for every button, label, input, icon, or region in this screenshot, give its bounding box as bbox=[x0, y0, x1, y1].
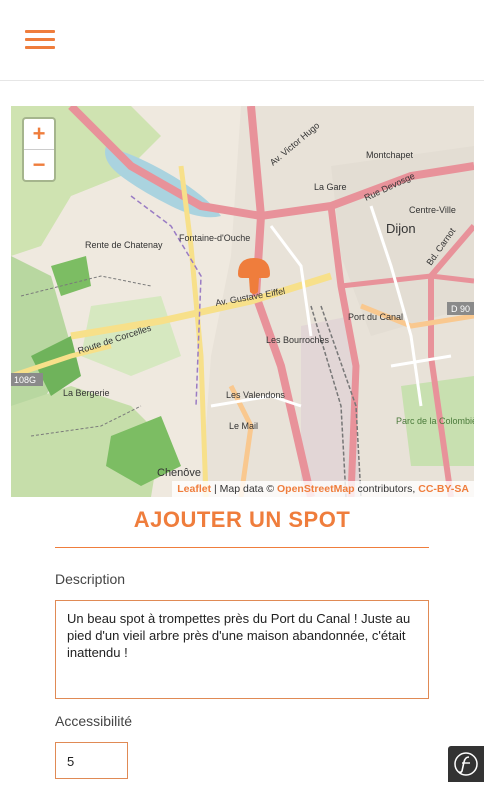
map-label-valendons: Les Valendons bbox=[226, 390, 285, 400]
leaflet-link[interactable]: Leaflet bbox=[177, 483, 211, 495]
map-label-rente: Rente de Chatenay bbox=[85, 240, 163, 250]
map-label-le-mail: Le Mail bbox=[229, 421, 258, 431]
accessibility-field[interactable]: 5 bbox=[55, 742, 128, 779]
license-link[interactable]: CC-BY-SA bbox=[418, 483, 469, 495]
description-field[interactable]: Un beau spot à trompettes près du Port d… bbox=[55, 600, 429, 699]
zoom-in-button[interactable]: + bbox=[24, 119, 54, 150]
hamburger-icon[interactable] bbox=[25, 30, 55, 50]
top-bar bbox=[0, 0, 484, 81]
attribution-text: | Map data © bbox=[211, 483, 277, 495]
attribution-contrib: contributors, bbox=[354, 483, 419, 495]
map[interactable]: Dijon Chenôve La Gare Montchapet Port du… bbox=[11, 106, 474, 497]
map-tiles: Dijon Chenôve La Gare Montchapet Port du… bbox=[11, 106, 474, 497]
zoom-out-button[interactable]: − bbox=[24, 150, 54, 180]
accessibility-label: Accessibilité bbox=[55, 713, 133, 729]
map-label-fontaine: Fontaine-d'Ouche bbox=[179, 233, 250, 243]
map-label-la-gare: La Gare bbox=[314, 182, 347, 192]
map-label-centre-ville: Centre-Ville bbox=[409, 205, 456, 215]
form-title: AJOUTER UN SPOT bbox=[133, 507, 351, 532]
map-badge-d90: D 90 bbox=[451, 304, 470, 314]
mushroom-marker-icon[interactable] bbox=[236, 256, 272, 296]
map-label-bourroches: Les Bourroches bbox=[266, 335, 330, 345]
title-divider bbox=[55, 547, 429, 548]
map-label-port-du-canal: Port du Canal bbox=[348, 312, 403, 322]
osm-link[interactable]: OpenStreetMap bbox=[277, 483, 355, 495]
zoom-control: + − bbox=[22, 117, 56, 182]
map-label-bergerie: La Bergerie bbox=[63, 388, 110, 398]
map-attribution: Leaflet | Map data © OpenStreetMap contr… bbox=[172, 481, 474, 497]
map-badge-108g: 108G bbox=[14, 375, 36, 385]
map-label-colombiere: Parc de la Colombière bbox=[396, 416, 474, 426]
description-label: Description bbox=[55, 571, 126, 587]
map-label-montchapet: Montchapet bbox=[366, 150, 414, 160]
map-label-chenove: Chenôve bbox=[157, 467, 201, 479]
symfony-toolbar-icon[interactable] bbox=[448, 746, 484, 782]
map-label-dijon: Dijon bbox=[386, 221, 416, 236]
